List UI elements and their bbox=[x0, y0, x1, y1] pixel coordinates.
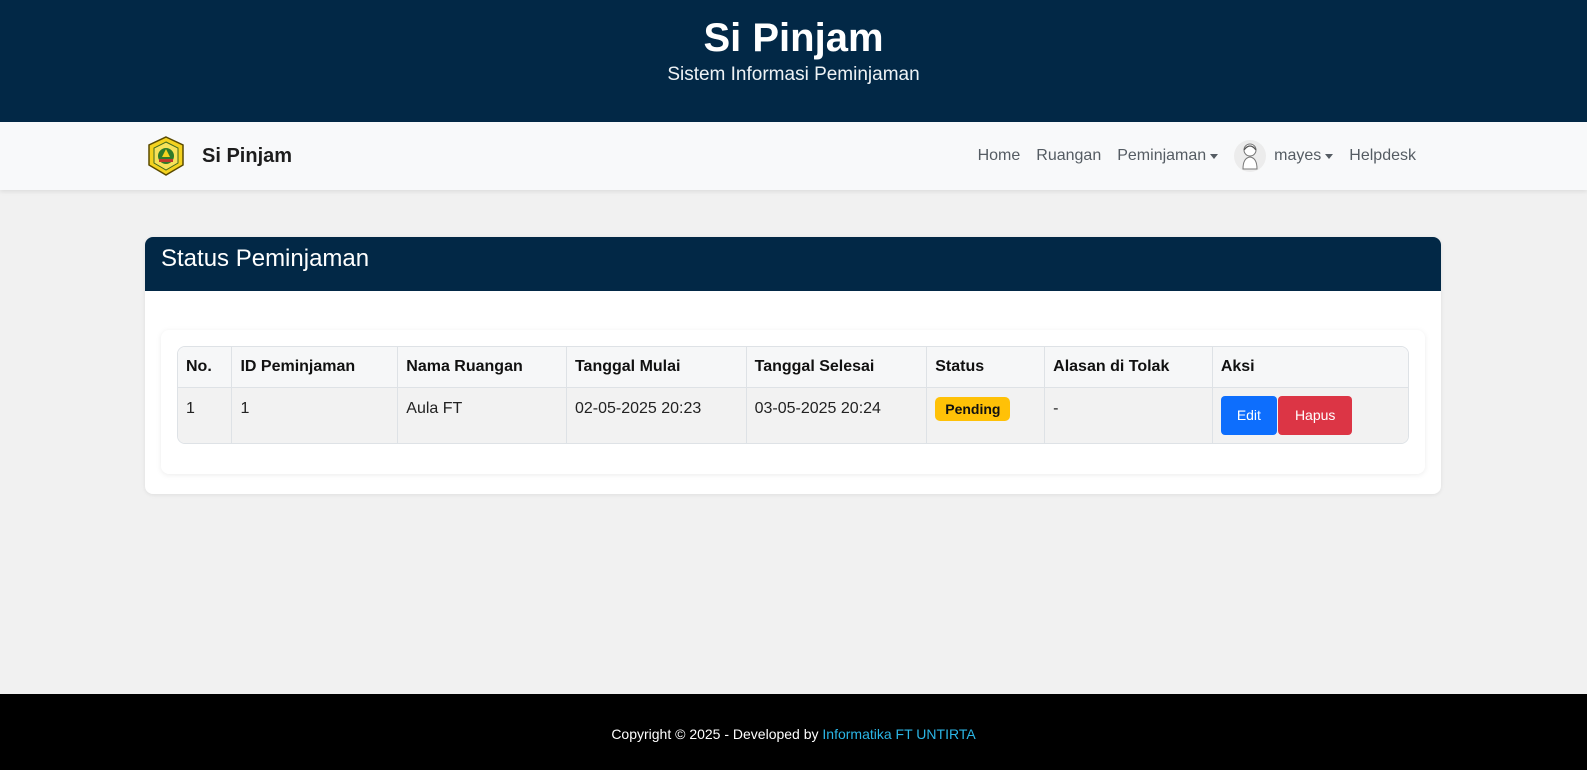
nav-peminjaman-dropdown[interactable]: Peminjaman bbox=[1117, 147, 1219, 165]
cell-ruangan: Aula FT bbox=[397, 387, 567, 443]
header-no: No. bbox=[178, 347, 233, 387]
card-title: Status Peminjaman bbox=[161, 245, 370, 272]
header-tanggal-selesai: Tanggal Selesai bbox=[746, 347, 928, 387]
status-badge: Pending bbox=[935, 396, 1011, 421]
cell-alasan: - bbox=[1044, 387, 1213, 443]
header-aksi: Aksi bbox=[1220, 357, 1255, 375]
site-header: Si Pinjam Sistem Informasi Peminjaman bbox=[0, 0, 1587, 122]
table-row: 1 1 Aula FT 02-05-2025 20:23 03-05-2025 … bbox=[178, 387, 1408, 443]
cell-tanggal-mulai: 02-05-2025 20:23 bbox=[566, 387, 747, 443]
cell-no: 1 bbox=[178, 387, 233, 443]
nav-home[interactable]: Home bbox=[978, 147, 1021, 165]
table-card: No. ID Peminjaman Nama Ruangan Tanggal M… bbox=[161, 330, 1425, 474]
user-menu-dropdown[interactable]: mayes bbox=[1234, 140, 1334, 172]
university-emblem-icon bbox=[148, 136, 184, 176]
edit-button[interactable]: Edit bbox=[1220, 395, 1277, 435]
cell-tanggal-selesai: 03-05-2025 20:24 bbox=[746, 387, 928, 443]
header-status: Status bbox=[926, 347, 1046, 387]
status-peminjaman-card: Status Peminjaman No. ID Peminjaman Nama… bbox=[145, 237, 1441, 494]
cell-aksi: Edit Hapus bbox=[1212, 387, 1408, 443]
site-footer: Copyright © 2025 - Developed by Informat… bbox=[0, 694, 1587, 770]
user-name: mayes bbox=[1274, 147, 1322, 164]
user-avatar-icon bbox=[1234, 140, 1267, 172]
site-subtitle: Sistem Informasi Peminjaman bbox=[667, 64, 920, 85]
footer-developer-link[interactable]: Informatika FT UNTIRTA bbox=[822, 726, 975, 742]
nav-ruangan[interactable]: Ruangan bbox=[1036, 147, 1101, 165]
card-header: Status Peminjaman bbox=[145, 237, 1441, 291]
footer-copyright: Copyright © 2025 - Developed by bbox=[611, 726, 823, 742]
chevron-down-icon bbox=[1210, 153, 1219, 159]
cell-status: Pending bbox=[926, 387, 1046, 443]
chevron-down-icon bbox=[1325, 153, 1334, 159]
header-id-peminjaman: ID Peminjaman bbox=[231, 347, 399, 387]
site-title: Si Pinjam bbox=[703, 16, 884, 60]
cell-id: 1 bbox=[231, 387, 399, 443]
table-header-row: No. ID Peminjaman Nama Ruangan Tanggal M… bbox=[178, 347, 1408, 387]
table-wrapper: No. ID Peminjaman Nama Ruangan Tanggal M… bbox=[177, 346, 1409, 444]
brand-name: Si Pinjam bbox=[202, 144, 293, 167]
header-tanggal-mulai: Tanggal Mulai bbox=[566, 347, 747, 387]
header-nama-ruangan: Nama Ruangan bbox=[397, 347, 567, 387]
peminjaman-table: No. ID Peminjaman Nama Ruangan Tanggal M… bbox=[178, 347, 1408, 443]
header-alasan-ditolak: Alasan di Tolak bbox=[1044, 347, 1213, 387]
nav-links: Home Ruangan Peminjaman mayes Helpdesk bbox=[962, 140, 1416, 172]
nav-helpdesk[interactable]: Helpdesk bbox=[1349, 147, 1416, 165]
brand-link[interactable]: Si Pinjam bbox=[145, 135, 292, 177]
nav-peminjaman-label: Peminjaman bbox=[1117, 147, 1207, 164]
hapus-button[interactable]: Hapus bbox=[1277, 395, 1353, 435]
navbar: Si Pinjam Home Ruangan Peminjaman mayes bbox=[0, 122, 1587, 190]
